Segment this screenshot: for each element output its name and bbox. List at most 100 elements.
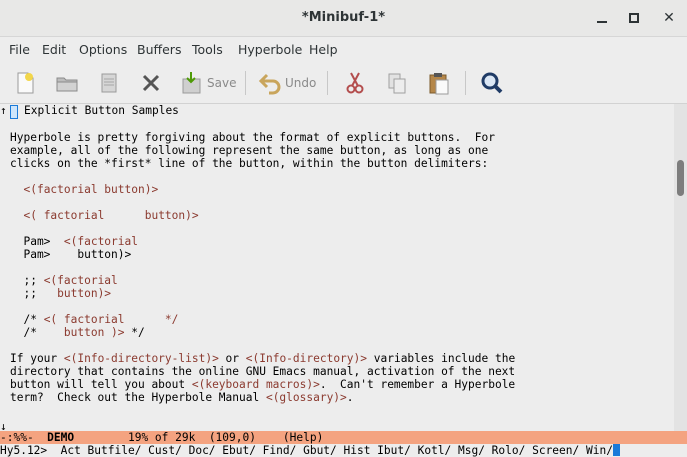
- explicit-button-link[interactable]: button)>: [57, 287, 111, 300]
- menu-options[interactable]: Options: [79, 42, 127, 57]
- document-icon: [101, 73, 117, 93]
- scissors-icon: [346, 72, 364, 94]
- buffer-text-run: Hyperbole is pretty forgiving about the …: [10, 131, 495, 144]
- buffer-text-run: directory that contains the online GNU E…: [10, 365, 516, 378]
- minibuffer[interactable]: Hy5.12> Act Butfile/ Cust/ Doc/ Ebut/ Fi…: [0, 444, 687, 457]
- search-icon: [481, 72, 503, 94]
- explicit-button-link[interactable]: <(Info-directory)>: [246, 352, 367, 365]
- buffer-line: directory that contains the online GNU E…: [10, 365, 515, 378]
- explicit-button-link[interactable]: <( factorial button)>: [23, 209, 198, 222]
- explicit-button-link[interactable]: <(factorial: [64, 235, 138, 248]
- buffer-header-line: Explicit Button Samples: [24, 104, 179, 117]
- buffer-line: [10, 261, 515, 274]
- buffer-line: ;; button)>: [10, 287, 515, 300]
- buffer-text-run: Pam> button)>: [10, 248, 132, 261]
- buffer-text-run: .: [346, 391, 354, 404]
- buffer-text-run: ;;: [10, 287, 58, 300]
- menu-buffers[interactable]: Buffers: [137, 42, 181, 57]
- buffer-text-run: or: [218, 352, 246, 365]
- mode-line[interactable]: -:%%- DEMO 19% of 29k (109,0) (Help): [0, 431, 687, 444]
- buffer-text-run: term? Check out the Hyperbole Manual: [10, 391, 266, 404]
- menu-file[interactable]: File: [9, 42, 30, 57]
- explicit-button-link[interactable]: <(factorial: [44, 274, 118, 287]
- toolbar-separator: [245, 71, 246, 95]
- x-icon: [142, 74, 160, 92]
- close-button[interactable]: ✕: [659, 8, 679, 28]
- buffer-line: example, all of the following represent …: [10, 144, 515, 157]
- buffer-line: term? Check out the Hyperbole Manual <(g…: [10, 391, 515, 404]
- modeline-status: -:%%-: [0, 431, 48, 444]
- window-title: *Minibuf-1*: [301, 10, 386, 25]
- minibuffer-menu[interactable]: Hy5.12> Act Butfile/ Cust/ Doc/ Ebut/ Fi…: [0, 444, 613, 457]
- explicit-button-link[interactable]: <(keyboard macros)>: [192, 378, 320, 391]
- buffer-text-run: /*: [10, 313, 44, 326]
- menu-edit[interactable]: Edit: [42, 42, 66, 57]
- buffer-text[interactable]: Hyperbole is pretty forgiving about the …: [10, 131, 515, 404]
- minimize-button[interactable]: [592, 8, 612, 28]
- maximize-icon: [629, 13, 639, 23]
- buffer-text-run: */: [124, 326, 145, 339]
- buffer-line: Pam> <(factorial: [10, 235, 515, 248]
- undo-button[interactable]: Undo: [258, 69, 316, 97]
- buffer-line: button will tell you about <(keyboard ma…: [10, 378, 515, 391]
- explicit-button-link[interactable]: <(factorial button)>: [23, 183, 158, 196]
- menu-hyperbole[interactable]: Hyperbole: [238, 42, 302, 57]
- buffer-line: Pam> button)>: [10, 248, 515, 261]
- modeline-position: 19% of 29k (109,0) (Help): [74, 431, 324, 444]
- buffer-text-run: example, all of the following represent …: [10, 144, 489, 157]
- paste-button[interactable]: [426, 69, 452, 97]
- paste-icon: [429, 73, 449, 95]
- buffer-line: [10, 300, 515, 313]
- toolbar-separator: [327, 71, 328, 95]
- buffer-text-run: button will tell you about: [10, 378, 192, 391]
- title-bar: *Minibuf-1* ✕: [0, 0, 687, 36]
- buffer-line: /* <( factorial */: [10, 313, 515, 326]
- buffer-text-run: [10, 183, 23, 196]
- explicit-button-link[interactable]: button )>: [64, 326, 125, 339]
- buffer-text-run: ;;: [10, 274, 44, 287]
- scrollbar-thumb[interactable]: [677, 160, 684, 196]
- open-folder-icon: [56, 77, 78, 92]
- buffer-text-run: Pam>: [10, 235, 64, 248]
- buffer-line: <(factorial button)>: [10, 183, 515, 196]
- cancel-button[interactable]: [138, 69, 164, 97]
- explicit-button-link[interactable]: <(glossary)>: [266, 391, 347, 404]
- maximize-button[interactable]: [624, 8, 644, 28]
- buffer-text-run: /*: [10, 326, 64, 339]
- toolbar: Save Undo: [0, 62, 687, 104]
- close-buffer-button[interactable]: [96, 69, 122, 97]
- buffer-text-run: clicks on the *first* line of the button…: [10, 157, 489, 170]
- buffer-line: If your <(Info-directory-list)> or <(Inf…: [10, 352, 515, 365]
- buffer-line: [10, 222, 515, 235]
- buffer-text-run: . Can't remember a Hyperbole: [319, 378, 516, 391]
- undo-label: Undo: [285, 76, 317, 90]
- buffer-text-run: variables include the: [367, 352, 516, 365]
- new-file-icon: [17, 72, 34, 94]
- point-cursor: [10, 105, 18, 119]
- save-button[interactable]: Save: [180, 69, 236, 97]
- minibuffer-cursor: [612, 444, 620, 456]
- buffer-line: clicks on the *first* line of the button…: [10, 157, 515, 170]
- close-icon: ✕: [663, 10, 675, 26]
- open-file-button[interactable]: [54, 69, 80, 97]
- menu-bar: File Edit Options Buffers Tools Hyperbol…: [0, 36, 687, 62]
- menu-tools[interactable]: Tools: [192, 42, 223, 57]
- menu-help[interactable]: Help: [309, 42, 338, 57]
- vertical-scrollbar[interactable]: [674, 104, 687, 432]
- toolbar-separator: [465, 71, 466, 95]
- explicit-button-link[interactable]: <( factorial */: [44, 313, 179, 326]
- buffer-line: Hyperbole is pretty forgiving about the …: [10, 131, 515, 144]
- copy-button[interactable]: [384, 69, 410, 97]
- scroll-up-indicator-icon: ↑: [0, 104, 7, 117]
- undo-icon: [258, 73, 281, 95]
- buffer-line: <( factorial button)>: [10, 209, 515, 222]
- buffer-line: ;; <(factorial: [10, 274, 515, 287]
- modeline-buffer-name[interactable]: DEMO: [47, 431, 74, 444]
- new-file-button[interactable]: [12, 69, 38, 97]
- buffer-line: [10, 196, 515, 209]
- explicit-button-link[interactable]: <(Info-directory-list)>: [64, 352, 219, 365]
- search-button[interactable]: [479, 69, 505, 97]
- save-icon: [182, 72, 201, 94]
- cut-button[interactable]: [342, 69, 368, 97]
- minimize-icon: [597, 21, 607, 23]
